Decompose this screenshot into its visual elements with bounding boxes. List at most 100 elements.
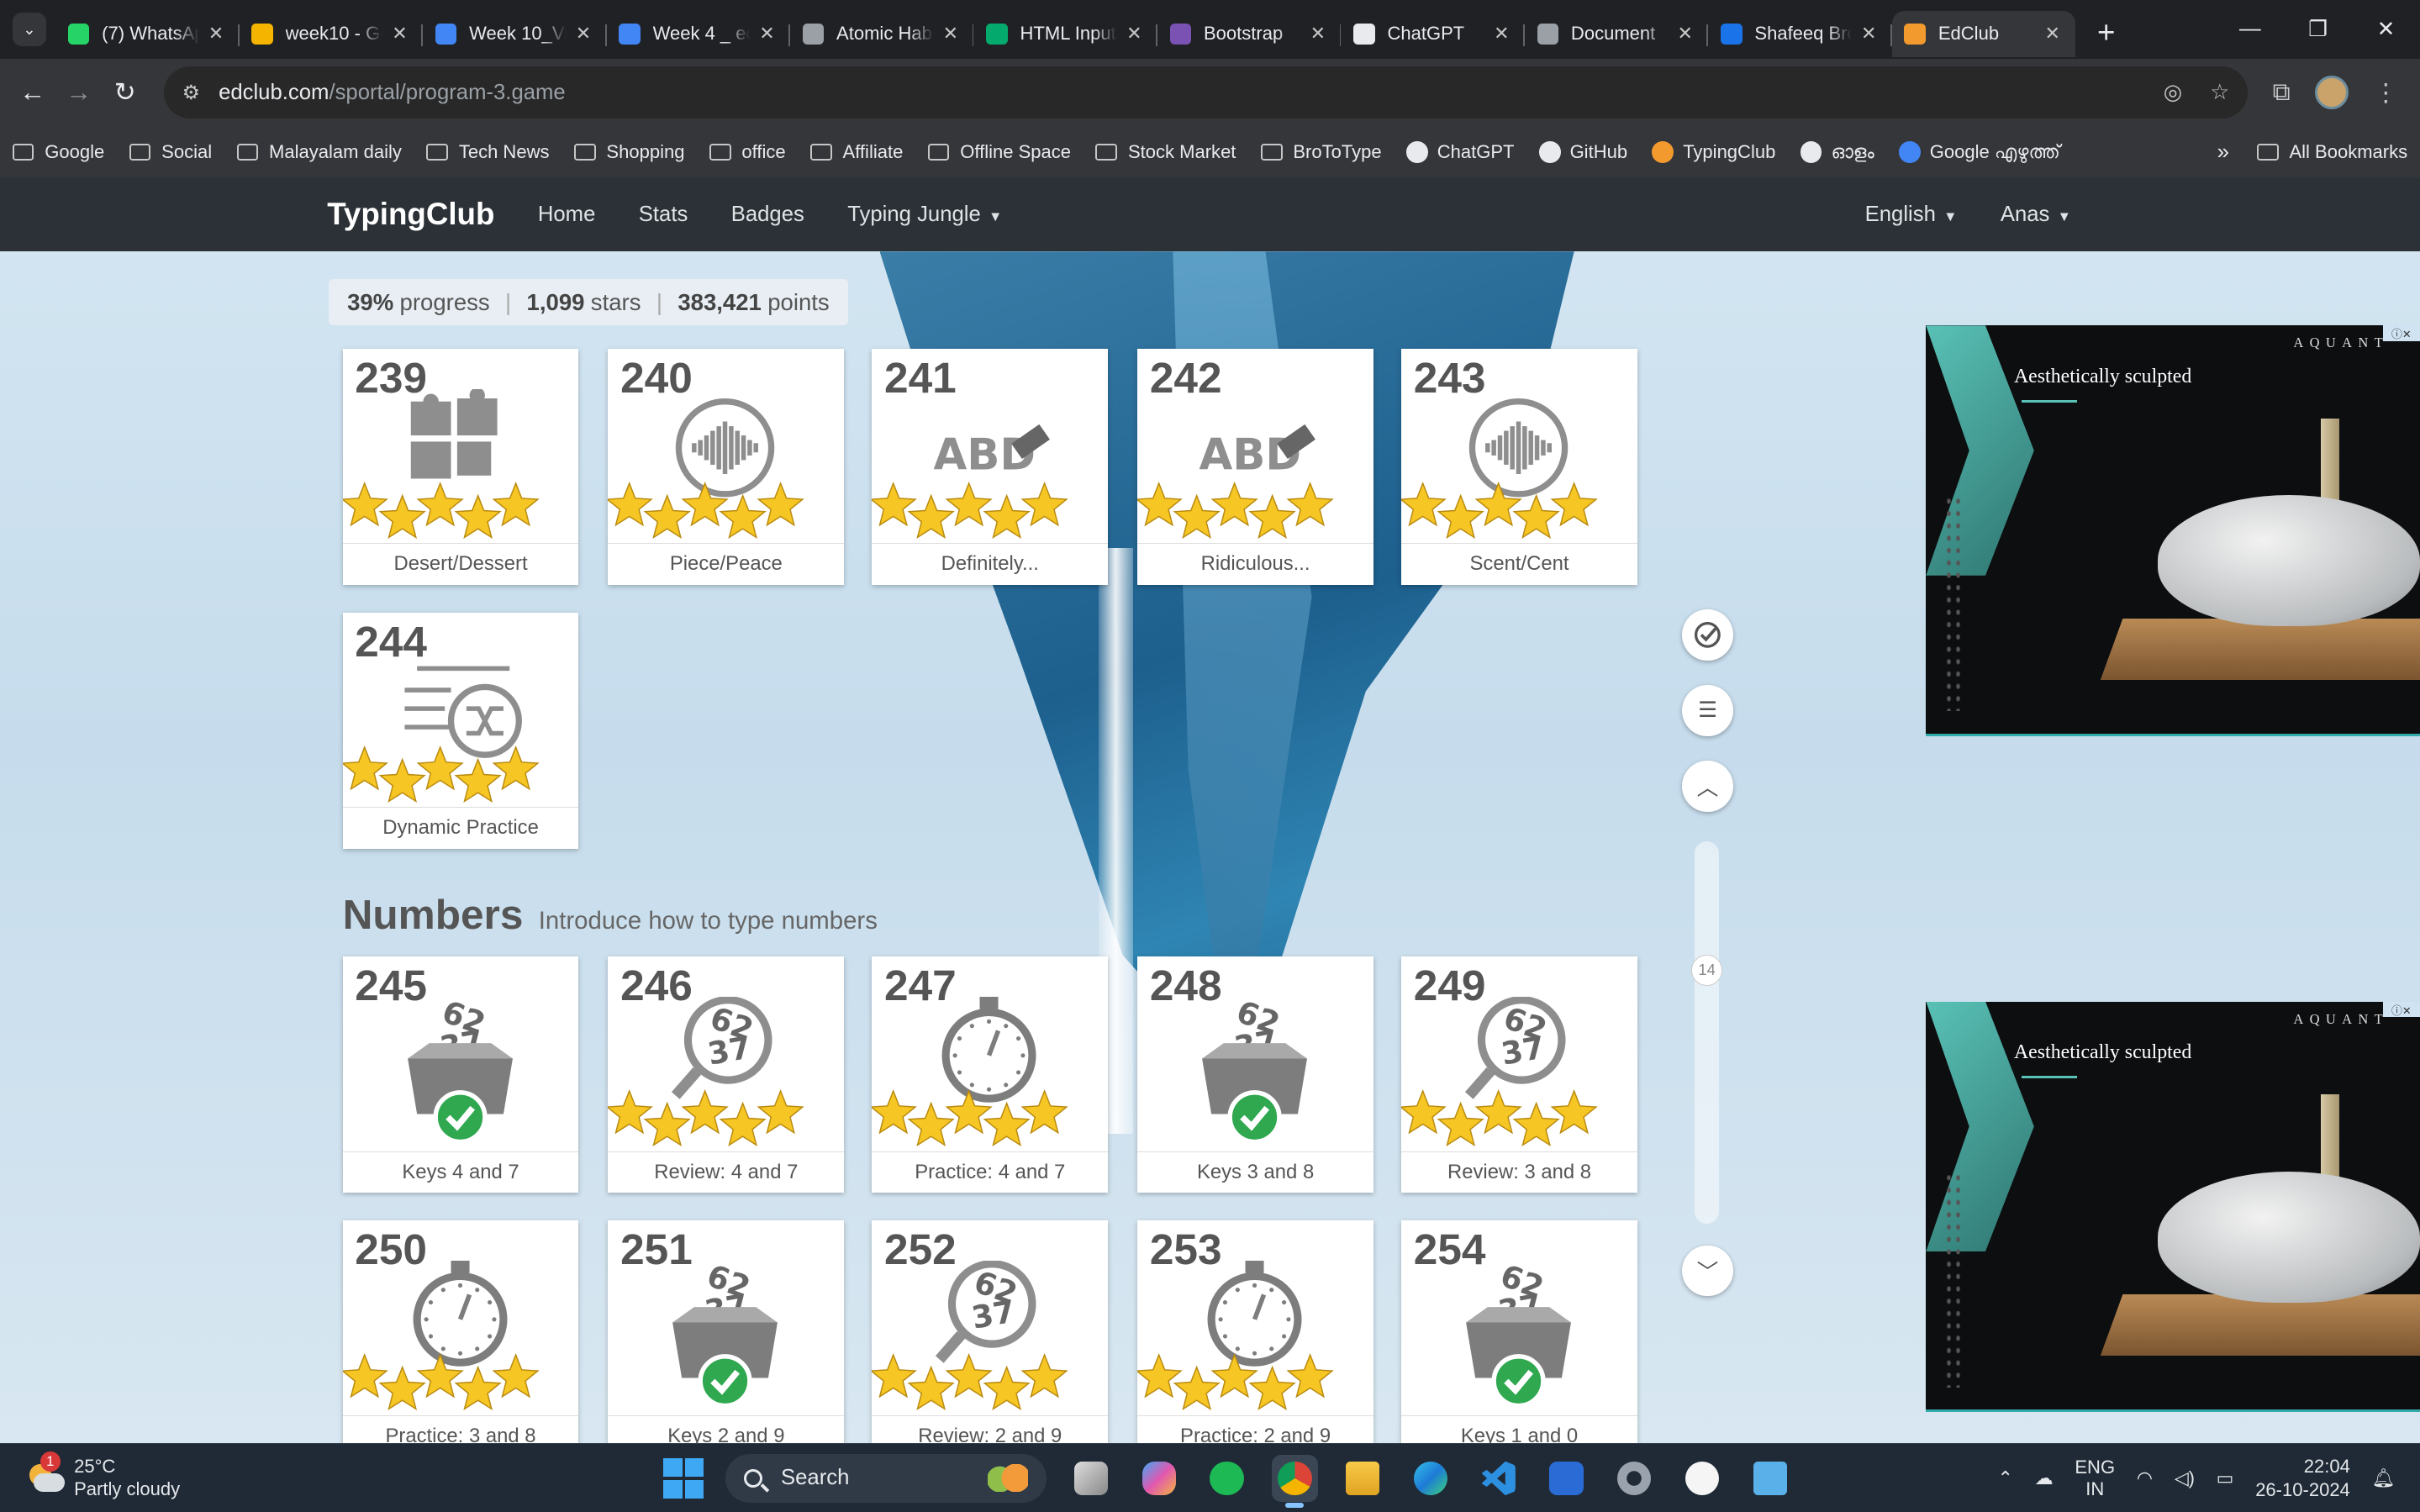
word-icon[interactable] — [1543, 1455, 1590, 1501]
profile-avatar[interactable] — [2315, 75, 2349, 110]
bookmark-item[interactable]: Tech News — [426, 141, 549, 163]
notifications-bell-icon[interactable]: 🔔︎ — [2372, 1467, 2396, 1489]
close-tab-icon[interactable]: ✕ — [2042, 23, 2064, 45]
reload-button[interactable]: ↻ — [102, 70, 148, 116]
bookmark-item[interactable]: Stock Market — [1095, 141, 1236, 163]
advertisement[interactable]: Aesthetically sculpted AQUANT ⓘ✕ — [1926, 1001, 2420, 1412]
menu-icon[interactable]: ⋮ — [2374, 78, 2398, 108]
eye-off-icon[interactable]: ◎ — [2164, 80, 2182, 105]
close-tab-icon[interactable]: ✕ — [205, 23, 227, 45]
minimize-button[interactable]: — — [2217, 17, 2285, 42]
task-view-icon[interactable] — [1068, 1455, 1114, 1501]
extensions-icon[interactable]: ⧉ — [2273, 78, 2291, 107]
new-tab-button[interactable]: + — [2097, 15, 2115, 50]
back-button[interactable]: ← — [9, 70, 55, 116]
bookmark-item[interactable]: Shopping — [573, 141, 684, 163]
browser-tab[interactable]: ChatGPT ✕ — [1341, 11, 1525, 57]
taskbar-search[interactable]: Search — [725, 1453, 1047, 1504]
close-tab-icon[interactable]: ✕ — [1124, 23, 1146, 45]
lesson-card[interactable]: 249 62 37 Review: 3 and 8 — [1401, 956, 1637, 1193]
close-tab-icon[interactable]: ✕ — [1674, 23, 1696, 45]
chrome-icon[interactable] — [1271, 1455, 1318, 1508]
bookmark-item[interactable]: Malayalam daily — [236, 141, 402, 163]
browser-tab[interactable]: Bootstrap ✕ — [1157, 11, 1342, 57]
lesson-card[interactable]: 2516237Keys 2 and 9 — [608, 1220, 845, 1443]
bookmark-item[interactable]: Google — [12, 141, 104, 163]
close-tab-icon[interactable]: ✕ — [940, 23, 962, 45]
battery-icon[interactable]: ▭ — [2217, 1467, 2234, 1489]
feather-app-icon[interactable] — [1679, 1455, 1726, 1501]
notepad-icon[interactable] — [1747, 1455, 1793, 1501]
close-tab-icon[interactable]: ✕ — [1858, 23, 1880, 45]
weather-widget[interactable]: 1 25°C Partly cloudy — [24, 1451, 180, 1501]
browser-tab[interactable]: Document ✕ — [1525, 11, 1709, 57]
lesson-card[interactable]: 2546237Keys 1 and 0 — [1401, 1220, 1637, 1443]
bookmark-item[interactable]: GitHub — [1538, 141, 1627, 164]
browser-tab[interactable]: week10 - Google Drive ✕ — [240, 11, 424, 57]
nav-badges[interactable]: Badges — [731, 203, 804, 227]
browser-tab[interactable]: Week 10_Visual✕ — [423, 11, 607, 57]
start-button[interactable] — [663, 1458, 704, 1499]
lesson-card[interactable]: 2456237Keys 4 and 7 — [342, 956, 579, 1193]
lesson-card[interactable]: 241 ABD Definitely... — [872, 348, 1109, 585]
volume-icon[interactable]: ◁) — [2175, 1467, 2195, 1489]
spotify-icon[interactable] — [1204, 1455, 1250, 1501]
scroll-track[interactable] — [1694, 840, 1720, 1224]
bookmark-item[interactable]: Google എഴുത്ത് — [1899, 141, 2060, 164]
lesson-card[interactable]: 243 Scent/Cent — [1401, 348, 1637, 585]
bookmark-item[interactable]: office — [709, 141, 786, 163]
browser-tab[interactable]: Week 4 _ edit ✕ — [607, 11, 790, 57]
forward-button[interactable]: → — [55, 70, 102, 116]
scroll-down-button[interactable]: ﹀ — [1682, 1245, 1733, 1297]
lesson-card[interactable]: 247 Practice: 4 and 7 — [872, 956, 1109, 1193]
bookmark-item[interactable]: BroToType — [1260, 141, 1382, 163]
settings-icon[interactable] — [1611, 1455, 1658, 1501]
lesson-card[interactable]: 246 62 37 Review: 4 and 7 — [608, 956, 845, 1193]
vscode-icon[interactable] — [1475, 1455, 1521, 1501]
close-tab-icon[interactable]: ✕ — [757, 23, 778, 45]
browser-tab[interactable]: Shafeeq Bro ✕ — [1708, 11, 1892, 57]
chevron-up-icon[interactable]: ⌃ — [1997, 1467, 2012, 1489]
nav-home[interactable]: Home — [538, 203, 596, 227]
lesson-card[interactable]: 250 Practice: 3 and 8 — [342, 1220, 579, 1443]
check-progress-button[interactable] — [1682, 609, 1733, 661]
browser-tab[interactable]: Atomic Habits ✕ — [790, 11, 974, 57]
lesson-card[interactable]: 252 62 37 Review: 2 and 9 — [872, 1220, 1109, 1443]
close-tab-icon[interactable]: ✕ — [1490, 23, 1512, 45]
clock[interactable]: 22:04 26-10-2024 — [2255, 1455, 2350, 1501]
bookmark-item[interactable]: ഓളം — [1800, 141, 1874, 164]
language-dropdown[interactable]: English ▼ — [1865, 203, 1958, 227]
nav-stats[interactable]: Stats — [639, 203, 688, 227]
bookmark-item[interactable]: ChatGPT — [1405, 141, 1514, 164]
lesson-card[interactable]: 240 Piece/Peace — [608, 348, 845, 585]
close-tab-icon[interactable]: ✕ — [1307, 23, 1329, 45]
scroll-up-button[interactable]: ︿ — [1682, 761, 1733, 812]
bookmark-item[interactable]: Offline Space — [927, 141, 1071, 163]
advertisement[interactable]: Aesthetically sculpted AQUANT ⓘ✕ — [1926, 325, 2420, 736]
lesson-card[interactable]: 239 Desert/Dessert — [342, 348, 579, 585]
close-window-button[interactable]: ✕ — [2352, 17, 2420, 42]
browser-tab[interactable]: HTML Input ✕ — [973, 11, 1157, 57]
bookmark-star-icon[interactable]: ☆ — [2210, 80, 2229, 105]
lesson-card[interactable]: 2486237Keys 3 and 8 — [1137, 956, 1374, 1193]
edge-icon[interactable] — [1407, 1455, 1453, 1501]
lesson-card[interactable]: 244 Dynamic Practice — [342, 612, 579, 849]
lesson-card[interactable]: 242 ABD Ridiculous... — [1137, 348, 1374, 585]
bookmark-item[interactable]: Affiliate — [809, 141, 903, 163]
browser-tab[interactable]: (7) WhatsApp ✕ — [55, 11, 240, 57]
restore-button[interactable]: ❐ — [2284, 17, 2352, 42]
nav-typing-jungle[interactable]: Typing Jungle ▼ — [847, 203, 1002, 227]
user-dropdown[interactable]: Anas ▼ — [2001, 203, 2071, 227]
menu-list-button[interactable]: ☰ — [1682, 685, 1733, 736]
address-bar[interactable]: ⚙ edclub.com/sportal/program-3.game ◎ ☆ — [163, 66, 2249, 119]
all-bookmarks-button[interactable]: All Bookmarks — [2256, 141, 2407, 163]
bookmark-item[interactable]: Social — [129, 141, 212, 163]
close-tab-icon[interactable]: ✕ — [572, 23, 594, 45]
input-language[interactable]: ENG IN — [2075, 1457, 2115, 1499]
browser-tab[interactable]: EdClub ✕ — [1891, 10, 2076, 57]
tab-search-dropdown[interactable]: ⌄ — [12, 12, 47, 47]
lesson-card[interactable]: 253 Practice: 2 and 9 — [1137, 1220, 1374, 1443]
site-info-icon[interactable]: ⚙ — [182, 81, 200, 105]
onedrive-icon[interactable]: ☁ — [2035, 1467, 2054, 1489]
brand-logo[interactable]: TypingClub — [327, 197, 494, 232]
